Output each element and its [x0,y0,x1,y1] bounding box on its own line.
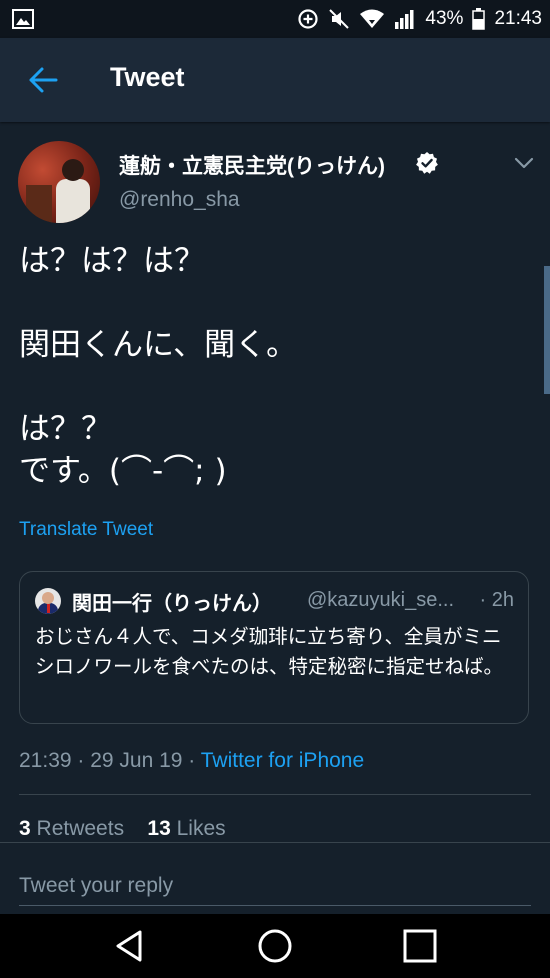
retweets-stat[interactable]: 3 Retweets [19,817,124,840]
mute-icon [329,9,350,29]
clock: 21:43 [494,8,542,29]
gallery-icon [12,9,34,29]
retweets-count: 3 [19,817,31,840]
avatar-face [42,592,54,604]
author-name[interactable]: 蓮舫・立憲民主党(りっけん) [119,150,385,180]
wifi-icon [360,9,385,28]
retweets-label: Retweets [36,817,125,840]
quoted-tweet-time: · 2h [479,589,514,611]
tweet-timestamp: 21:39 · 29 Jun 19 · [19,749,201,772]
quoted-tweet-text: おじさん４人で、コメダ珈琲に立ち寄り、全員がミニシロノワールを食べたのは、特定秘… [35,625,504,678]
recents-square-icon[interactable] [402,928,438,964]
tweet-meta: 21:39 · 29 Jun 19 · Twitter for iPhone [19,749,364,773]
avatar-head [62,159,84,181]
system-nav-bar [0,914,550,978]
page-title: Tweet [110,62,185,92]
battery-percent: 43% [425,8,464,29]
translate-tweet-link[interactable]: Translate Tweet [19,519,153,541]
signal-icon [395,10,414,29]
back-triangle-icon[interactable] [112,928,148,964]
likes-label: Likes [176,817,226,840]
avatar-podium [26,185,52,223]
chevron-down-icon[interactable] [512,153,536,173]
reply-input[interactable] [19,867,531,906]
home-circle-icon[interactable] [257,928,293,964]
author-avatar[interactable] [18,141,100,223]
quoted-author-avatar [35,588,61,614]
divider [19,794,531,795]
battery-icon [472,8,486,30]
likes-stat[interactable]: 13 Likes [147,817,225,840]
tweet-stats: 3 Retweets 13 Likes [19,817,226,841]
avatar-body [56,179,90,223]
status-bar: 43% 21:43 [0,0,550,38]
quoted-tweet-card[interactable]: 関田一行（りっけん） @kazuyuki_se... · 2h おじさん４人で、… [19,571,529,724]
likes-count: 13 [147,817,171,840]
tweet-source-link[interactable]: Twitter for iPhone [201,749,364,772]
tweet-text: は？は？は？ 関田くんに、聞く。 は？？ です。(⌒-⌒; ) [19,243,298,489]
reply-bar [0,842,550,915]
app-header: Tweet [0,38,550,122]
quoted-author-name: 関田一行（りっけん） [72,591,272,615]
arrow-left-icon[interactable] [28,66,58,94]
avatar-tie [47,604,50,613]
scrollbar[interactable] [544,266,550,394]
verified-badge-icon [416,152,438,174]
author-handle[interactable]: @renho_sha [119,188,240,212]
data-saver-icon [298,9,319,29]
quoted-author-handle: @kazuyuki_se... [307,589,455,611]
